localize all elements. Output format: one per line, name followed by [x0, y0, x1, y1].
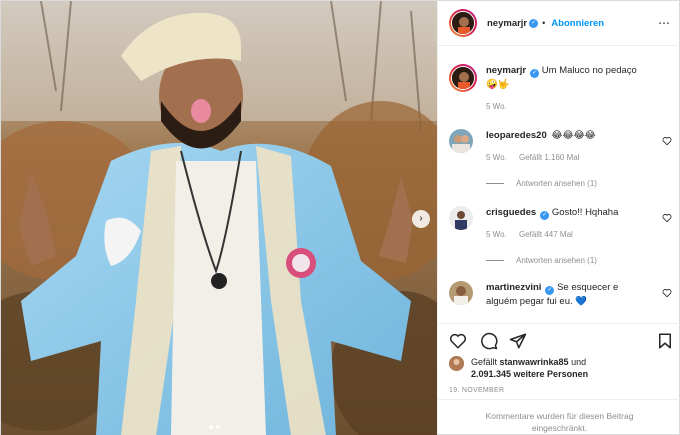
verified-badge-icon: ✓	[540, 211, 550, 220]
carousel-next-button[interactable]: ›	[412, 210, 430, 228]
instagram-post: › neymarjr ✓ • Abonnieren ⋯ neymarjr ✓ U…	[0, 0, 680, 435]
comment-username[interactable]: martinezvini	[486, 282, 541, 293]
comment-avatar[interactable]	[449, 206, 473, 230]
view-replies-button[interactable]: Antworten ansehen (1)	[486, 179, 597, 188]
caption-avatar[interactable]	[449, 64, 477, 92]
like-heart-icon[interactable]	[449, 332, 467, 350]
comment-likes[interactable]: Gefällt 447 Mal	[519, 230, 573, 239]
likes-text: Gefällt stanwawrinka85 und 2.091.345 wei…	[471, 356, 588, 380]
replies-line	[486, 183, 504, 184]
comment-time[interactable]: 5 Wo.	[486, 153, 507, 162]
caption-username[interactable]: neymarjr	[486, 65, 526, 76]
comment-like-heart-icon[interactable]	[662, 136, 672, 146]
post-side-panel: neymarjr ✓ • Abonnieren ⋯ neymarjr ✓ Um M…	[437, 1, 680, 434]
view-replies-label: Antworten ansehen (1)	[516, 256, 597, 265]
carousel-dot-active	[209, 425, 213, 429]
save-bookmark-icon[interactable]	[656, 332, 674, 350]
comments-list: neymarjr ✓ Um Maluco no pedaço 🤪🤟 5 Wo. l…	[438, 47, 680, 323]
view-replies-label: Antworten ansehen (1)	[516, 179, 597, 188]
likes-count[interactable]: 2.091.345 weitere Personen	[471, 369, 588, 379]
caption-meta: 5 Wo.	[486, 102, 517, 111]
liker-username[interactable]: stanwawrinka85	[500, 357, 569, 367]
comment-like-heart-icon[interactable]	[662, 213, 672, 223]
comment-text: 😂😂😂😂	[551, 130, 596, 141]
view-replies-button[interactable]: Antworten ansehen (1)	[486, 256, 597, 265]
comment-text: Gosto!! Hqhaha	[551, 207, 619, 218]
post-image	[1, 1, 437, 435]
comment-like-heart-icon[interactable]	[662, 288, 672, 298]
comment-username[interactable]: crisguedes	[486, 207, 536, 218]
verified-badge-icon: ✓	[529, 18, 539, 28]
comments-restricted-text: Kommentare wurden für diesen Beitrag ein…	[485, 411, 634, 433]
post-photo[interactable]: ›	[1, 1, 437, 435]
comment-text-block: crisguedes ✓ Gosto!! Hqhaha	[486, 206, 646, 220]
chevron-right-icon: ›	[419, 213, 423, 224]
carousel-dots	[209, 425, 220, 429]
caption-time[interactable]: 5 Wo.	[486, 102, 507, 111]
comment-time[interactable]: 5 Wo.	[486, 230, 507, 239]
comment-avatar[interactable]	[449, 281, 473, 305]
carousel-dot	[216, 425, 220, 429]
verified-badge-icon: ✓	[545, 286, 555, 295]
follow-button[interactable]: Abonnieren	[551, 18, 604, 29]
post-header: neymarjr ✓ • Abonnieren ⋯	[438, 1, 680, 46]
header-separator: •	[542, 18, 546, 28]
verified-badge-icon: ✓	[530, 69, 540, 78]
comments-restricted-notice: Kommentare wurden für diesen Beitrag ein…	[438, 399, 680, 434]
more-options-icon[interactable]: ⋯	[658, 16, 671, 30]
comment-text-block: martinezvini ✓ Se esquecer e alguém pegar…	[486, 281, 651, 308]
comment-username[interactable]: leoparedes20	[486, 130, 547, 141]
post-actions-bar	[438, 323, 680, 353]
comment-avatar[interactable]	[449, 129, 473, 153]
author-avatar[interactable]	[449, 9, 477, 37]
replies-line	[486, 260, 504, 261]
liker-avatar[interactable]	[449, 356, 464, 371]
comment-bubble-icon[interactable]	[480, 332, 498, 350]
comment-text-block: leoparedes20 😂😂😂😂	[486, 129, 646, 142]
comment-meta: 5 Wo. Gefällt 447 Mal	[486, 230, 583, 239]
likes-prefix: Gefällt	[471, 357, 498, 367]
author-username[interactable]: neymarjr	[487, 18, 527, 29]
likes-summary: Gefällt stanwawrinka85 und 2.091.345 wei…	[449, 356, 674, 380]
comment-likes[interactable]: Gefällt 1.160 Mal	[519, 153, 579, 162]
post-date[interactable]: 19. NOVEMBER	[449, 387, 504, 394]
likes-conjunction: und	[571, 357, 587, 367]
share-paper-plane-icon[interactable]	[509, 332, 527, 350]
comment-meta: 5 Wo. Gefällt 1.160 Mal	[486, 153, 589, 162]
caption-text-block: neymarjr ✓ Um Maluco no pedaço 🤪🤟	[486, 64, 646, 91]
